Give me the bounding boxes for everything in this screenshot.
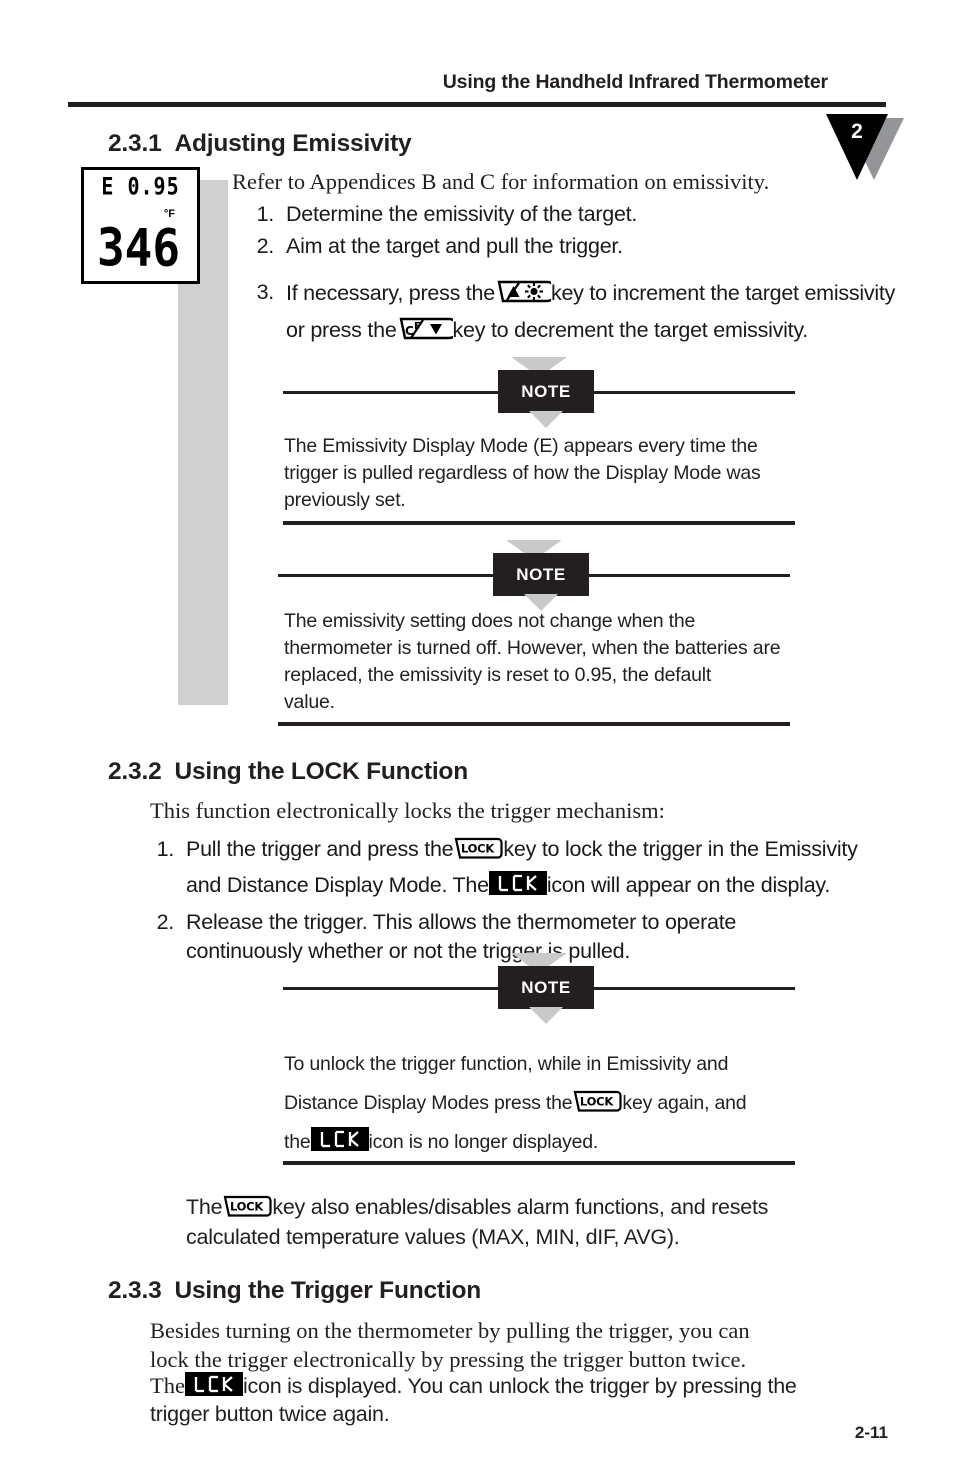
section-heading-231: 2.3.1 Adjusting Emissivity	[108, 130, 412, 158]
section-number-232: 2.3.2	[108, 758, 162, 785]
lock-key-icon: LOCK	[222, 1193, 272, 1219]
lck-display-icon	[310, 1127, 369, 1151]
closing-text-b: key also enables/disables alarm function…	[272, 1195, 769, 1219]
list-text-line-2: or press the C F key to decrement the ta…	[286, 315, 886, 345]
lck-display-icon	[488, 871, 547, 895]
note-1-bottom-rule	[283, 521, 795, 525]
note-label: NOTE	[498, 370, 594, 413]
note-3-line-3: the icon is no longer displayed.	[284, 1123, 824, 1162]
header-rule	[68, 102, 886, 107]
note-3-line-1: To unlock the trigger function, while in…	[284, 1053, 729, 1075]
note-banner-1: NOTE	[283, 357, 795, 428]
note-2-bottom-rule	[278, 722, 790, 726]
lcd-temperature-reading: 346	[96, 217, 181, 278]
note-2-line-3: replaced, the emissivity is reset to 0.9…	[284, 664, 712, 686]
list-number: 2.	[256, 234, 275, 258]
note-banner-2: NOTE	[278, 540, 790, 611]
lock-key-icon: LOCK	[453, 835, 503, 861]
list-text-line-1: If necessary, press the key to increment…	[286, 278, 906, 308]
list-number: 2.	[156, 910, 175, 934]
note-3-bottom-rule	[283, 1161, 795, 1165]
note-3-line-3-b: icon is no longer displayed.	[368, 1131, 599, 1153]
list-text: Release the trigger. This allows the the…	[186, 910, 737, 963]
note-3-line-3-a: the	[284, 1131, 311, 1153]
note-2-line-4: value.	[284, 691, 335, 713]
section-233-body-line-1: Besides turning on the thermometer by pu…	[150, 1318, 750, 1343]
note-label: NOTE	[493, 553, 589, 596]
note-2-line-1: The emissivity setting does not change w…	[284, 610, 696, 632]
section-233-body-line-3: The icon is displayed. You can unlock th…	[150, 1371, 910, 1401]
lock-step1-text-b: key to lock the trigger in the Emissivit…	[503, 837, 858, 861]
note-1-body: The Emissivity Display Mode (E) appears …	[284, 433, 814, 514]
list-number: 1.	[156, 837, 175, 861]
section-number-231: 2.3.1	[108, 130, 162, 157]
note-banner-3: NOTE	[283, 953, 795, 1024]
closing-text-a: The	[186, 1195, 223, 1219]
running-header: Using the Handheld Infrared Thermometer …	[0, 62, 954, 180]
lcd-display-illustration: E 0.95 °F 346	[81, 167, 200, 284]
section-231-intro: Refer to Appendices B and C for informat…	[232, 169, 770, 194]
list-number: 1.	[256, 202, 275, 226]
lock-key-icon: LOCK	[572, 1088, 623, 1114]
note-label: NOTE	[498, 966, 594, 1009]
section-heading-233: 2.3.3 Using the Trigger Function	[108, 1277, 481, 1305]
list-text-line-1: Pull the trigger and press the LOCK key …	[186, 835, 916, 864]
list-text-line-2: and Distance Display Mode. The icon will…	[186, 871, 906, 900]
section-232-closing-line-1: The LOCK key also enables/disables alarm…	[186, 1193, 906, 1222]
svg-text:LOCK: LOCK	[461, 842, 495, 856]
section-title-232: Using the LOCK Function	[174, 758, 469, 785]
lock-step1-text-d: icon will appear on the display.	[546, 873, 831, 897]
note-1-line-1: The Emissivity Display Mode (E) appears …	[284, 435, 758, 457]
section-232-intro: This function electronically locks the t…	[150, 798, 665, 823]
lock-step1-text-a: Pull the trigger and press the	[186, 837, 454, 861]
step3-text-c: or press the	[286, 318, 397, 342]
note-3-body: To unlock the trigger function, while in…	[284, 1045, 824, 1162]
note-triangle-bottom-icon	[529, 1007, 563, 1024]
note-1-line-3: previously set.	[284, 489, 406, 511]
step3-text-a: If necessary, press the	[286, 281, 495, 305]
chapter-number: 2	[851, 120, 863, 143]
section-233-text-b: icon is displayed. You can unlock the tr…	[242, 1374, 797, 1398]
section-number-233: 2.3.3	[108, 1277, 162, 1304]
celsius-fahrenheit-down-key-icon: C F	[397, 315, 460, 342]
section-233-body-line-4: trigger button twice again.	[150, 1402, 390, 1426]
up-sun-key-icon	[495, 278, 558, 305]
lck-display-icon	[184, 1372, 243, 1396]
list-text: Determine the emissivity of the target.	[286, 202, 638, 226]
section-title-233: Using the Trigger Function	[174, 1277, 482, 1304]
step3-text-b: key to increment the target emissivity	[550, 281, 896, 305]
section-233-body-line-2: lock the trigger electronically by press…	[150, 1347, 747, 1372]
note-3-line-2-a: Distance Display Modes press the	[284, 1092, 573, 1114]
lock-step1-text-c: and Distance Display Mode. The	[186, 873, 489, 897]
note-3-line-2-b: key again, and	[622, 1092, 747, 1114]
list-text: Aim at the target and pull the trigger.	[286, 234, 623, 258]
note-2-body: The emissivity setting does not change w…	[284, 608, 824, 716]
note-1-line-2: trigger is pulled regardless of how the …	[284, 462, 761, 484]
note-3-line-2: Distance Display Modes press the LOCK ke…	[284, 1084, 824, 1123]
note-triangle-bottom-icon	[529, 411, 563, 428]
step3-text-d: key to decrement the target emissivity.	[452, 318, 809, 342]
list-number: 3.	[256, 280, 275, 304]
section-heading-232: 2.3.2 Using the LOCK Function	[108, 758, 468, 786]
document-page: Using the Handheld Infrared Thermometer …	[0, 0, 954, 1475]
svg-text:LOCK: LOCK	[580, 1095, 615, 1109]
section-233-text-a: The	[150, 1373, 185, 1398]
page-number: 2-11	[854, 1423, 888, 1442]
section-232-closing-line-2: calculated temperature values (MAX, MIN,…	[186, 1225, 680, 1249]
section-title-231: Adjusting Emissivity	[174, 130, 412, 157]
header-title: Using the Handheld Infrared Thermometer	[442, 71, 828, 93]
note-2-line-2: thermometer is turned off. However, when…	[284, 637, 781, 659]
lcd-emissivity-line: E 0.95	[84, 171, 197, 201]
lcd-emissivity-value: E 0.95	[101, 171, 180, 201]
svg-text:LOCK: LOCK	[230, 1200, 264, 1214]
